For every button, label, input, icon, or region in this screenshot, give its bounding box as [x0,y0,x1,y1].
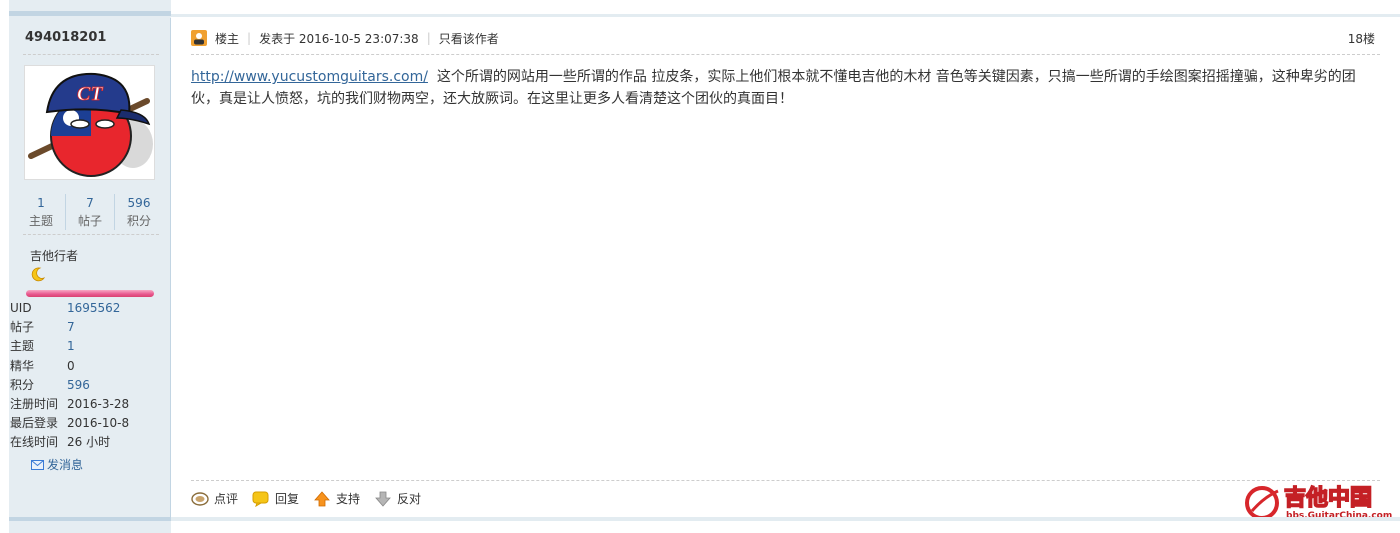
reply-icon [252,491,269,507]
header-separator: | [426,31,431,45]
oppose-button[interactable]: 反对 [374,490,421,507]
info-value: 26 小时 [67,435,111,450]
header-separator: | [247,31,252,45]
post-divider-left [9,11,171,16]
post-actions: 点评 回复 支持 反对 [191,490,435,507]
info-value[interactable]: 596 [67,376,90,395]
next-post-sidebar [9,521,171,533]
op-label: 楼主 [215,31,240,46]
info-key: UID [10,301,32,315]
user-group[interactable]: 吉他行者 [30,247,78,264]
info-key: 在线时间 [10,435,59,450]
send-message-link[interactable]: 发消息 [31,456,83,473]
post-content: http://www.yucustomguitars.com/ 这个所谓的网站用… [191,66,1381,110]
info-value: 2016-10-8 [67,416,130,431]
watermark-title: 吉他中国 [1284,485,1372,511]
previous-post-remnant [0,0,1400,18]
floor-number[interactable]: 18楼 [1348,30,1375,47]
info-row-digest: 精华 0 [9,357,171,376]
rank-bar [26,290,154,297]
comment-label: 点评 [214,492,239,506]
oppose-label: 反对 [397,492,422,506]
info-value: 2016-3-28 [67,396,130,411]
stat-threads-label: 主题 [28,214,53,228]
info-row-credits: 积分 596 [9,376,171,395]
author-username[interactable]: 494018201 [25,30,106,45]
info-key: 精华 [10,358,35,373]
info-value[interactable]: 1695562 [67,299,120,318]
send-message-label: 发消息 [47,458,84,472]
stat-posts[interactable]: 7 帖子 [66,194,115,230]
post-divider-right [171,517,1400,521]
comment-button[interactable]: 点评 [191,490,238,507]
info-key: 注册时间 [10,396,59,411]
info-row-registered: 注册时间 2016-3-28 [9,395,171,414]
header-divider [191,54,1380,55]
info-value[interactable]: 1 [67,337,75,356]
avatar-image: CT [25,66,154,179]
thumbs-up-arrow-icon [314,490,330,506]
author-stats: 1 主题 7 帖子 596 积分 [17,194,163,230]
author-sidebar: 494018201 CT 1 主题 7 帖子 596 积分 吉他行者 UID 1… [9,18,171,518]
thumbs-down-arrow-icon [375,491,391,507]
info-row-last-login: 最后登录 2016-10-8 [9,414,171,433]
support-button[interactable]: 支持 [313,490,360,507]
avatar[interactable]: CT [24,65,155,180]
info-key: 积分 [10,377,35,392]
post-divider-right [171,14,1400,17]
post-header: 楼主 | 发表于 2016-10-5 23:07:38 | 只看该作者 [191,28,1380,48]
info-row-posts: 帖子 7 [9,318,171,337]
forum-post-page: 494018201 CT 1 主题 7 帖子 596 积分 吉他行者 UID 1… [0,0,1400,533]
info-key: 主题 [10,339,35,354]
username-divider [23,54,159,55]
original-poster-icon [191,30,207,46]
reply-label: 回复 [275,492,300,506]
stat-threads-value: 1 [37,196,45,210]
stat-posts-label: 帖子 [77,214,102,228]
only-author-link[interactable]: 只看该作者 [439,30,499,47]
info-row-uid: UID 1695562 [9,299,171,318]
next-post-remnant [9,517,1400,533]
info-row-online-time: 在线时间 26 小时 [9,433,171,452]
stat-credits-value: 596 [127,196,151,210]
stat-posts-value: 7 [86,196,94,210]
info-value[interactable]: 7 [67,318,75,337]
mail-icon [31,459,44,470]
post-link[interactable]: http://www.yucustomguitars.com/ [191,69,428,85]
stats-divider [23,234,159,235]
info-key: 最后登录 [10,416,59,431]
site-watermark: 吉他中国 bbs.GuitarChina.com [1245,484,1392,521]
reply-button[interactable]: 回复 [252,490,299,507]
info-key: 帖子 [10,320,35,335]
info-row-threads: 主题 1 [9,337,171,356]
footer-divider [191,480,1380,481]
post-timestamp: 发表于 2016-10-5 23:07:38 [259,31,419,46]
comment-icon [191,491,209,506]
stat-credits[interactable]: 596 积分 [115,194,163,230]
svg-text:CT: CT [77,83,103,105]
author-info-list: UID 1695562 帖子 7 主题 1 精华 0 积分 596 注册时间 2… [9,299,171,453]
stat-threads[interactable]: 1 主题 [17,194,66,230]
post-body-area: 楼主 | 发表于 2016-10-5 23:07:38 | 只看该作者 18楼 … [171,18,1400,521]
stat-credits-label: 积分 [126,214,151,228]
support-label: 支持 [336,492,361,506]
moon-icon [31,267,46,282]
info-value: 0 [67,358,75,373]
